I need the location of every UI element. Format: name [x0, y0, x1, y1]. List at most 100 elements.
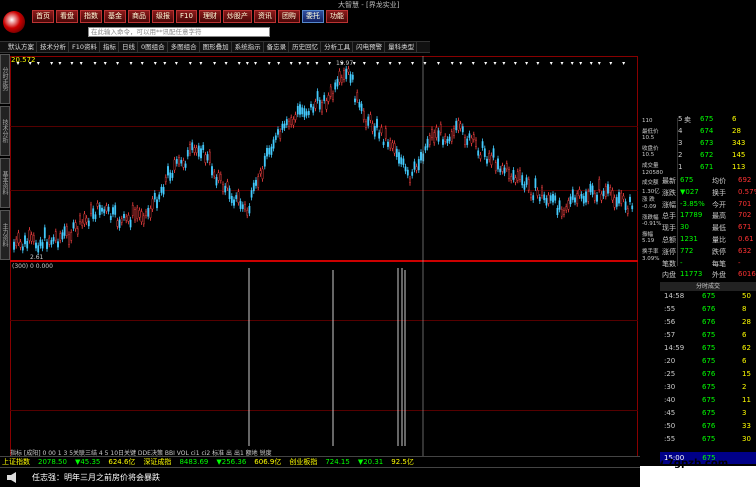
candle-body [351, 74, 354, 80]
bidask-price: 673 [700, 139, 714, 147]
candle-body [138, 210, 141, 218]
candle-body [437, 130, 440, 142]
news-ticker-bar: 任志强：明年三月之前房价将会暴跌 [0, 467, 640, 487]
candle-body [426, 138, 429, 148]
trade-row[interactable]: 14:58 675 50 [664, 292, 754, 303]
candle-body [189, 144, 191, 154]
candle-body [270, 146, 273, 155]
candle-body [321, 102, 323, 113]
candle-body [439, 124, 442, 133]
candle-body [277, 129, 279, 135]
candle-body [26, 241, 29, 249]
trade-volume: 30 [742, 435, 751, 443]
trade-row[interactable]: :45 675 3 [664, 409, 754, 420]
candle-body [127, 215, 130, 222]
trade-time: :20 [664, 357, 676, 365]
stat-label: 内盘 [662, 271, 676, 280]
stat-value: 701 [738, 199, 752, 208]
stat-label: 外盘 [712, 271, 726, 280]
trade-volume: 2 [742, 383, 747, 391]
signal-marker [103, 62, 107, 65]
candle-body [266, 148, 268, 157]
candle-body [334, 82, 337, 90]
candle-body [582, 195, 585, 204]
trade-time: :30 [664, 383, 676, 391]
signal-marker [411, 62, 415, 65]
candle-body [54, 231, 57, 241]
candle-body [536, 190, 539, 196]
signal-marker [484, 62, 488, 65]
trade-row[interactable]: 14:59 675 62 [664, 344, 754, 355]
candle-body [549, 195, 552, 201]
stat-value: 6016 [738, 270, 756, 279]
trades-list[interactable]: 14:58 675 50 :55 676 8 :56 676 28 :57 675 6 14:59 675… [660, 292, 756, 452]
stat-label: 跌停 [712, 247, 726, 256]
candle-body [285, 119, 288, 126]
candle-body [250, 190, 253, 198]
candle-body [109, 215, 112, 221]
trade-row[interactable]: :55 675 30 [664, 435, 754, 446]
candle-body [186, 149, 189, 157]
candle-body [301, 107, 304, 115]
trade-row[interactable]: :20 675 6 [664, 357, 754, 368]
candle-body [428, 135, 431, 145]
stat-value: 17789 [680, 211, 703, 220]
candle-body [120, 218, 123, 223]
trade-row[interactable]: :30 675 2 [664, 383, 754, 394]
trade-row[interactable]: :50 676 33 [664, 422, 754, 433]
candle-body [90, 204, 92, 214]
index-amount: 92.5亿 [391, 458, 414, 466]
candle-body [171, 172, 174, 178]
signal-marker [306, 62, 310, 65]
candle-body [585, 191, 587, 203]
signal-marker [609, 62, 613, 65]
index-name[interactable]: 上证指数 [2, 457, 30, 467]
candle-body [296, 106, 299, 115]
candle-body [175, 159, 178, 164]
candle-body [624, 201, 627, 210]
trade-row[interactable]: :57 675 6 [664, 331, 754, 342]
candle-body [563, 210, 565, 215]
candle-body [222, 184, 224, 192]
trades-header[interactable]: 分时成交 [660, 282, 756, 291]
candle-body [325, 100, 328, 110]
candle-body [15, 238, 18, 246]
candle-body [398, 152, 400, 164]
signal-marker [388, 62, 392, 65]
candle-body [499, 168, 502, 173]
trade-row[interactable]: :25 676 15 [664, 370, 754, 381]
candle-body [329, 86, 332, 97]
candle-body [178, 157, 180, 165]
trade-row[interactable]: :56 676 28 [664, 318, 754, 329]
trade-row[interactable]: :40 675 11 [664, 396, 754, 407]
trade-row[interactable]: :55 676 8 [664, 305, 754, 316]
candle-body [153, 192, 156, 200]
stat-value: 675 [680, 176, 694, 184]
indicator-bar[interactable]: 指标 [成阳] 0 00 1 3 5关联三结 4 5 10日关键 DDE决策 B… [10, 448, 638, 457]
fund-item: 振幅 [642, 231, 654, 238]
signal-marker [116, 62, 120, 65]
stock-stats-panel: 最新 675 均价 692 涨跌 ▼027 换手 0.57% 涨幅 -3.85% 今开 701 总手 17… [660, 174, 756, 286]
index-value: 8483.69 [179, 458, 209, 466]
candle-body [400, 157, 403, 165]
candle-body [490, 155, 493, 166]
candle-body [303, 108, 306, 118]
candle-body [202, 144, 205, 151]
candle-body [626, 208, 629, 214]
candle-body [521, 175, 524, 186]
candle-body [288, 120, 290, 127]
candle-body [514, 177, 517, 183]
index-name[interactable]: 创业板指 [289, 457, 317, 467]
candle-body [35, 242, 37, 249]
candle-body [402, 158, 405, 165]
news-ticker-text[interactable]: 任志强：明年三月之前房价将会暴跌 [32, 472, 160, 483]
index-name[interactable]: 深证成指 [143, 457, 171, 467]
candle-body [373, 126, 376, 137]
candle-body [349, 74, 352, 83]
stat-label: 笔数 [662, 259, 676, 268]
candle-body [323, 95, 326, 101]
candle-body [268, 148, 271, 155]
trade-time: 14:58 [664, 292, 685, 300]
candle-body [512, 169, 515, 180]
candle-body [307, 111, 310, 115]
